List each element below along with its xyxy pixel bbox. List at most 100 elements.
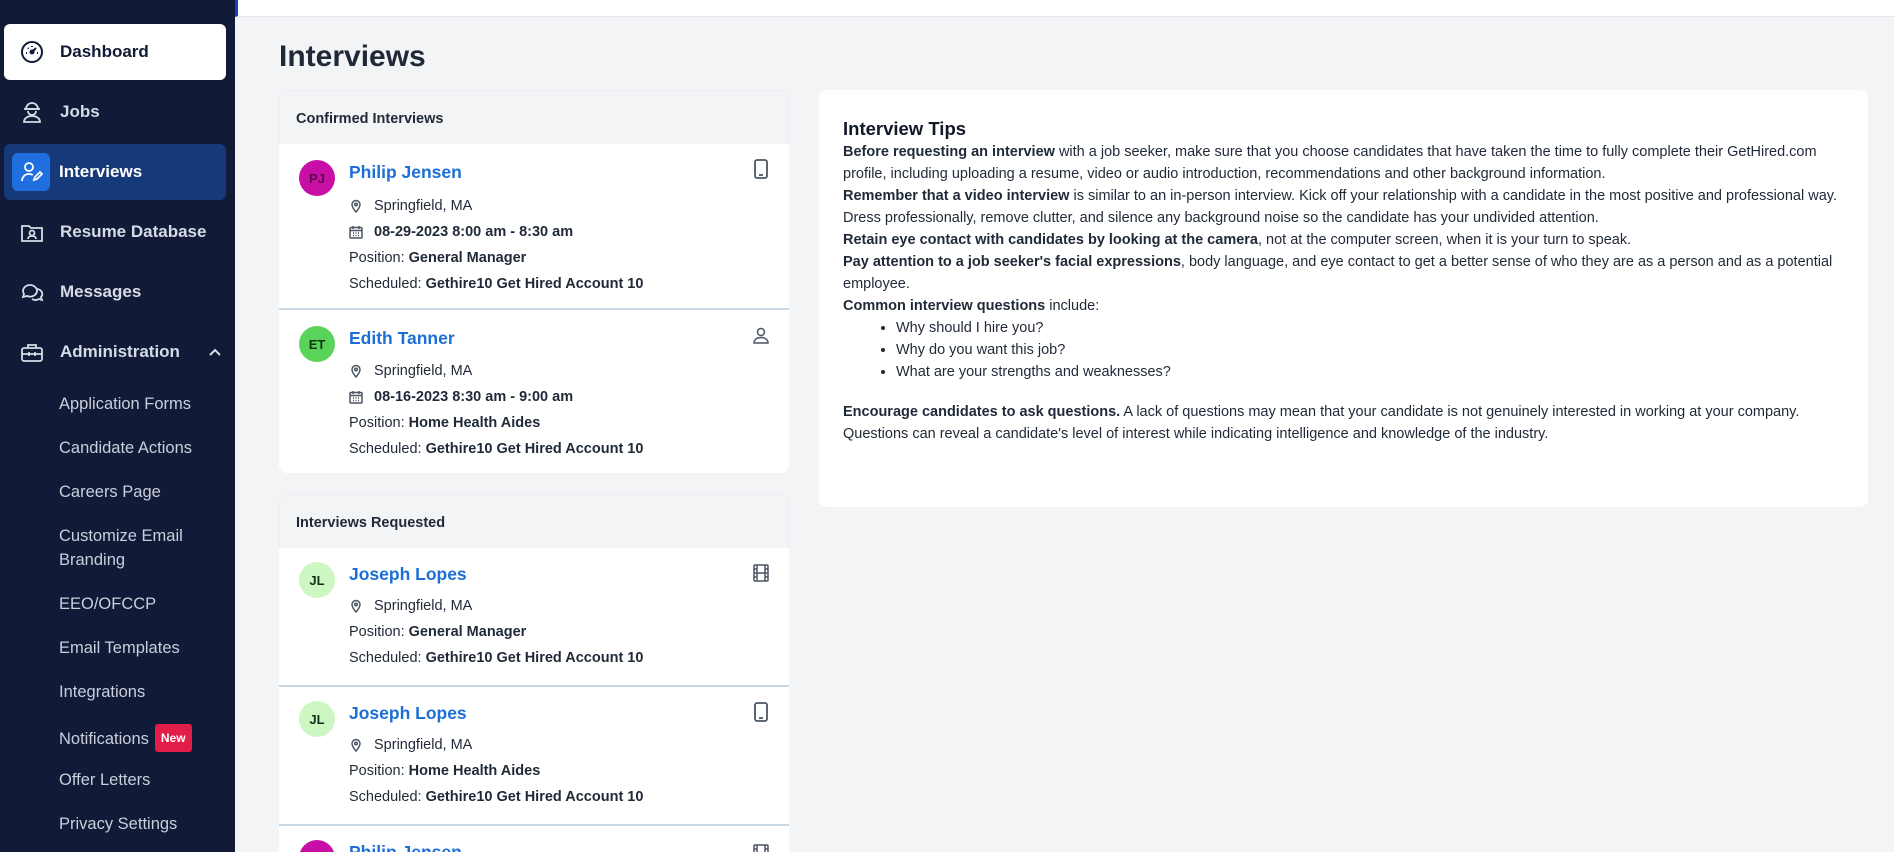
- datetime-row: 08-16-2023 8:30 am - 9:00 am: [349, 389, 573, 405]
- interview-card: JL Joseph Lopes Springfield, MA Position…: [279, 548, 789, 687]
- location-row: Springfield, MA: [349, 737, 472, 753]
- nav-jobs[interactable]: Jobs: [4, 84, 226, 140]
- tip-paragraph: Retain eye contact with candidates by lo…: [843, 229, 1844, 251]
- position-row: Position: General Manager: [349, 624, 526, 640]
- interview-card: PJ Philip Jensen: [279, 826, 789, 852]
- sub-eeo-ofccp[interactable]: EEO/OFCCP: [59, 592, 156, 616]
- interview-card: PJ Philip Jensen Springfield, MA 08-29-2…: [279, 144, 789, 310]
- datetime-text: 08-16-2023 8:30 am - 9:00 am: [374, 389, 574, 405]
- location-row: Springfield, MA: [349, 198, 472, 214]
- interviews-requested-header: Interviews Requested: [279, 494, 789, 548]
- scheduled-row: Scheduled: Gethire10 Get Hired Account 1…: [349, 789, 643, 805]
- position-row: Position: General Manager: [349, 250, 526, 266]
- chevron-up-icon[interactable]: [208, 344, 222, 364]
- map-pin-icon: [349, 364, 363, 378]
- sub-notifications[interactable]: Notifications New: [59, 724, 192, 752]
- page-title: Interviews: [279, 40, 426, 73]
- candidate-name-link[interactable]: Philip Jensen: [349, 842, 462, 852]
- scheduled-value: Gethire10 Get Hired Account 10: [425, 650, 644, 666]
- scheduled-row: Scheduled: Gethire10 Get Hired Account 1…: [349, 276, 643, 292]
- new-badge: New: [154, 724, 192, 752]
- position-label: Position:: [349, 624, 405, 640]
- location-row: Springfield, MA: [349, 598, 472, 614]
- tip-paragraph: Common interview questions include:: [843, 295, 1844, 317]
- tip-bold: Encourage candidates to ask questions.: [843, 404, 1121, 420]
- location-row: Springfield, MA: [349, 363, 472, 379]
- sub-candidate-actions[interactable]: Candidate Actions: [59, 436, 192, 460]
- avatar: PJ: [299, 840, 335, 852]
- calendar-icon: [349, 225, 363, 239]
- candidate-name-link[interactable]: Joseph Lopes: [349, 564, 467, 585]
- interview-tips-panel: Interview Tips Before requesting an inte…: [819, 90, 1868, 507]
- nav-label: Interviews: [59, 162, 143, 181]
- datetime-text: 08-29-2023 8:00 am - 8:30 am: [374, 224, 574, 240]
- questions-list: Why should I hire you? Why do you want t…: [896, 317, 1844, 383]
- position-row: Position: Home Health Aides: [349, 763, 540, 779]
- id-folder-icon: [18, 218, 46, 246]
- scheduled-value: Gethire10 Get Hired Account 10: [425, 276, 644, 292]
- film-icon[interactable]: [751, 842, 771, 852]
- tips-title: Interview Tips: [843, 118, 967, 139]
- scheduled-label: Scheduled:: [349, 650, 422, 666]
- position-value: General Manager: [408, 624, 527, 640]
- scheduled-row: Scheduled: Gethire10 Get Hired Account 1…: [349, 441, 643, 457]
- tip-paragraph: Remember that a video interview is simil…: [843, 185, 1844, 229]
- sub-email-templates[interactable]: Email Templates: [59, 636, 180, 660]
- nav-label: Resume Database: [60, 222, 207, 241]
- sub-careers-page[interactable]: Careers Page: [59, 480, 161, 504]
- interview-card: ET Edith Tanner Springfield, MA 08-16-20…: [279, 310, 789, 473]
- nav-resume-database[interactable]: Resume Database: [4, 204, 226, 260]
- worker-icon: [18, 98, 46, 126]
- top-bar: [235, 0, 1894, 17]
- sub-application-forms[interactable]: Application Forms: [59, 392, 191, 416]
- candidate-name-link[interactable]: Joseph Lopes: [349, 703, 467, 724]
- gauge-icon: [18, 38, 46, 66]
- phone-icon[interactable]: [751, 701, 771, 723]
- location-text: Springfield, MA: [374, 598, 473, 614]
- sub-offer-letters[interactable]: Offer Letters: [59, 768, 150, 792]
- map-pin-icon: [349, 738, 363, 752]
- film-icon[interactable]: [751, 562, 771, 584]
- list-item: Why should I hire you?: [896, 317, 1844, 339]
- scheduled-value: Gethire10 Get Hired Account 10: [425, 789, 644, 805]
- tip-paragraph: Pay attention to a job seeker's facial e…: [843, 251, 1844, 295]
- avatar: ET: [299, 326, 335, 362]
- location-text: Springfield, MA: [374, 363, 473, 379]
- scheduled-row: Scheduled: Gethire10 Get Hired Account 1…: [349, 650, 643, 666]
- candidate-name-link[interactable]: Philip Jensen: [349, 162, 462, 183]
- phone-icon[interactable]: [751, 158, 771, 180]
- map-pin-icon: [349, 199, 363, 213]
- person-icon[interactable]: [751, 324, 771, 346]
- tip-bold: Pay attention to a job seeker's facial e…: [843, 254, 1181, 270]
- nav-label: Messages: [60, 282, 142, 301]
- datetime-row: 08-29-2023 8:00 am - 8:30 am: [349, 224, 573, 240]
- position-label: Position:: [349, 415, 405, 431]
- nav-dashboard[interactable]: Dashboard: [4, 24, 226, 80]
- user-edit-icon: [12, 153, 50, 191]
- list-item: What are your strengths and weaknesses?: [896, 361, 1844, 383]
- nav-administration[interactable]: Administration: [4, 324, 226, 380]
- calendar-icon: [349, 390, 363, 404]
- nav-interviews[interactable]: Interviews: [4, 144, 226, 200]
- tip-text: , not at the computer screen, when it is…: [1257, 232, 1632, 248]
- interview-card: JL Joseph Lopes Springfield, MA Position…: [279, 687, 789, 826]
- position-value: General Manager: [408, 250, 527, 266]
- nav-label: Administration: [60, 342, 180, 361]
- nav-messages[interactable]: Messages: [4, 264, 226, 320]
- sub-privacy-settings[interactable]: Privacy Settings: [59, 812, 177, 836]
- nav-label: Dashboard: [60, 42, 149, 61]
- nav-label: Jobs: [60, 102, 100, 121]
- chat-bubbles-icon: [18, 278, 46, 306]
- position-label: Position:: [349, 250, 405, 266]
- sidebar: Dashboard Jobs Interviews Resume Databas…: [0, 0, 235, 852]
- position-row: Position: Home Health Aides: [349, 415, 540, 431]
- sub-customize-email-branding[interactable]: Customize Email Branding: [59, 524, 183, 572]
- map-pin-icon: [349, 599, 363, 613]
- candidate-name-link[interactable]: Edith Tanner: [349, 328, 455, 349]
- sub-integrations[interactable]: Integrations: [59, 680, 145, 704]
- scheduled-label: Scheduled:: [349, 789, 422, 805]
- tip-bold: Before requesting an interview: [843, 144, 1055, 160]
- sub-label-line2: Branding: [59, 551, 126, 569]
- tip-paragraph: Before requesting an interview with a jo…: [843, 141, 1844, 185]
- tip-text: include:: [1045, 298, 1100, 314]
